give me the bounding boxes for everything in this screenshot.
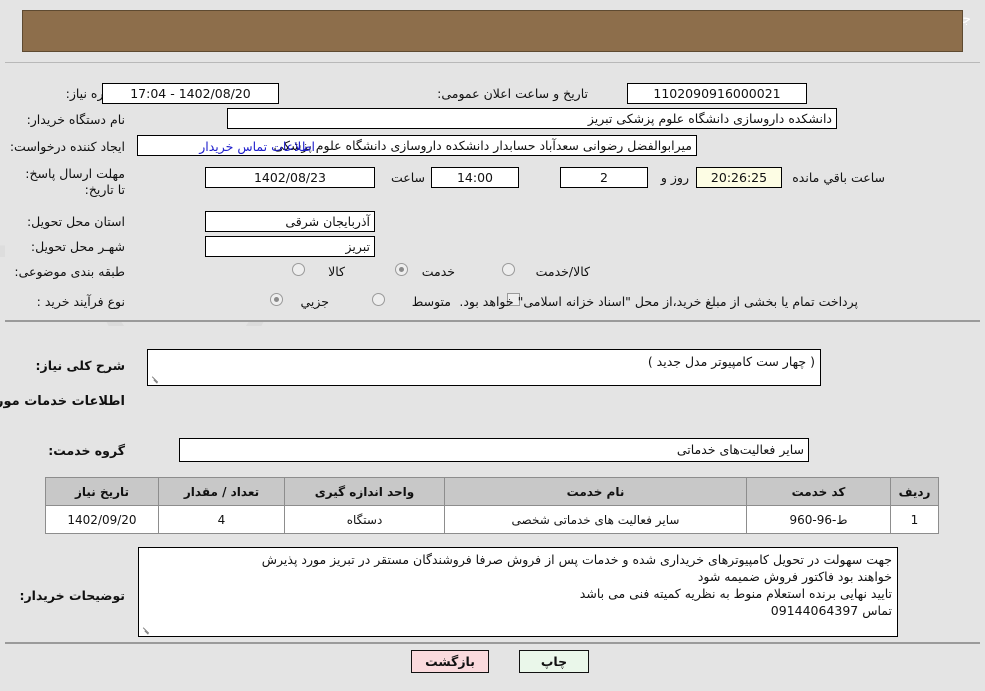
- radio-category-kala-khedmat-label: کالا/خدمت: [535, 264, 590, 279]
- days-remaining-value: 2: [560, 167, 648, 188]
- deadline-time-value: 14:00: [431, 167, 519, 188]
- print-button[interactable]: چاپ: [519, 650, 589, 673]
- buyer-notes-line-1: جهت سهولت در تحویل کامپیوترهای خریداری ش…: [261, 552, 892, 567]
- resize-grip-icon[interactable]: [141, 625, 151, 635]
- back-button[interactable]: بازگشت: [411, 650, 489, 673]
- radio-process-motevaset[interactable]: [372, 293, 385, 306]
- need-number-value: 1102090916000021: [627, 83, 807, 104]
- description-label: شرح کلی نیاز:: [35, 358, 125, 373]
- description-textarea[interactable]: ( چهار ست کامپیوتر مدل جدید ): [147, 349, 821, 386]
- col-unit: واحد اندازه گیری: [284, 477, 445, 506]
- table-row: 1 ط-96-960 سایر فعالیت های خدماتی شخصی د…: [45, 505, 939, 534]
- col-service-code: کد خدمت: [746, 477, 891, 506]
- days-word-label: روز و: [660, 170, 689, 185]
- col-service-name: نام خدمت: [444, 477, 747, 506]
- deadline-hour-label: ساعت: [390, 170, 425, 185]
- city-label: شهـر محل تحویل:: [30, 239, 125, 254]
- radio-category-khedmat[interactable]: [395, 263, 408, 276]
- resize-grip-icon[interactable]: [150, 374, 160, 384]
- services-section-heading: اطلاعات خدمات مورد نیاز: [0, 394, 125, 409]
- service-group-value: سایر فعالیت‌های خدماتی: [179, 438, 809, 462]
- buyer-notes-line-3: تایید نهایی برنده استعلام منوط به نظریه …: [579, 586, 892, 601]
- cell-service-code: ط-96-960: [746, 505, 891, 534]
- buyer-org-label: نام دستگاه خریدار:: [26, 112, 125, 127]
- buyer-notes-textarea[interactable]: جهت سهولت در تحویل کامپیوترهای خریداری ش…: [138, 547, 898, 637]
- header-bar: [22, 10, 963, 52]
- services-table: ردیف کد خدمت نام خدمت واحد اندازه گیری ت…: [45, 477, 939, 534]
- radio-category-kala-label: کالا: [328, 264, 345, 279]
- radio-process-jozei[interactable]: [270, 293, 283, 306]
- treasury-checkbox-label: پرداخت تمام یا بخشی از مبلغ خرید،از محل …: [459, 294, 858, 309]
- deadline-date-value: 1402/08/23: [205, 167, 375, 188]
- radio-process-jozei-label: جزیي: [300, 294, 329, 309]
- remaining-suffix-label: ساعت باقي مانده: [792, 170, 885, 185]
- process-label: نوع فرآیند خرید :: [36, 294, 125, 309]
- cell-quantity: 4: [158, 505, 285, 534]
- radio-category-khedmat-label: خدمت: [421, 264, 455, 279]
- cell-unit: دستگاه: [284, 505, 445, 534]
- radio-category-kala-khedmat[interactable]: [502, 263, 515, 276]
- page-root: AnaTender .net جزئیات اطلاعات نیاز شماره…: [0, 0, 985, 691]
- countdown-timer: 20:26:25: [696, 167, 782, 188]
- announce-datetime-value: 1402/08/20 - 17:04: [102, 83, 279, 104]
- city-value: تبریز: [205, 236, 375, 257]
- buyer-org-value: دانشکده داروسازی دانشگاه علوم پزشکی تبری…: [227, 108, 837, 129]
- table-header-row: ردیف کد خدمت نام خدمت واحد اندازه گیری ت…: [45, 477, 939, 506]
- radio-process-motevaset-label: متوسط: [411, 294, 451, 309]
- deadline-label: مهلت ارسال پاسخ: تا تاریخ:: [25, 166, 125, 197]
- buyer-notes-label: توضیحات خریدار:: [19, 588, 125, 603]
- col-row-no: ردیف: [890, 477, 939, 506]
- province-value: آذربایجان شرقی: [205, 211, 375, 232]
- province-label: استان محل تحویل:: [26, 214, 125, 229]
- buyer-contact-link[interactable]: اطلاعات تماس خریدار: [199, 139, 315, 154]
- service-group-label: گروه خدمت:: [48, 443, 125, 458]
- cell-service-name: سایر فعالیت های خدماتی شخصی: [444, 505, 747, 534]
- col-quantity: تعداد / مقدار: [158, 477, 285, 506]
- creator-label: ایجاد کننده درخواست:: [9, 139, 125, 154]
- description-value: ( چهار ست کامپیوتر مدل جدید ): [647, 354, 815, 369]
- category-label: طبقه بندی موضوعی:: [14, 264, 125, 279]
- cell-need-date: 1402/09/20: [45, 505, 159, 534]
- announce-datetime-label: تاریخ و ساعت اعلان عمومی:: [437, 86, 588, 101]
- col-need-date: تاریخ نیاز: [45, 477, 159, 506]
- buyer-notes-line-4: تماس 09144064397: [770, 603, 892, 618]
- cell-row-no: 1: [890, 505, 939, 534]
- radio-category-kala[interactable]: [292, 263, 305, 276]
- buyer-notes-line-2: خواهند بود فاکتور فروش ضمیمه شود: [697, 569, 892, 584]
